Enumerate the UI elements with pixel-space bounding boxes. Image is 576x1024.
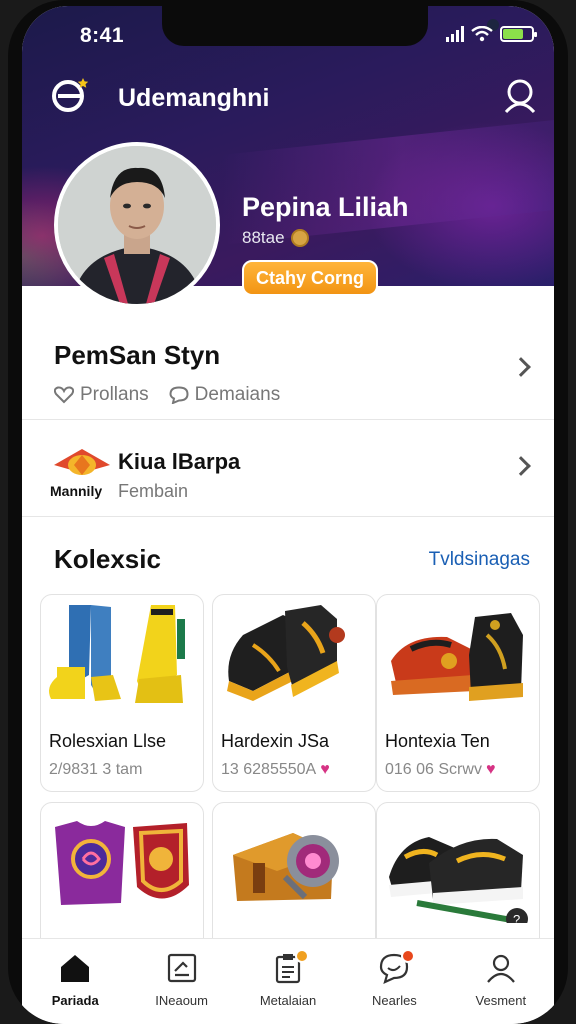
card-name: Hontexia Ten [385,731,490,751]
phone-frame: 8:41 Udemanghni Pepina Liliah 88tae Ctah… [8,0,568,1024]
boots-item-image [49,605,185,703]
user-subtitle-text: 88tae [242,228,285,247]
app-logo-icon [52,78,89,112]
screen: 8:41 Udemanghni Pepina Liliah 88tae Ctah… [22,6,554,1024]
meta-comments: Demaians [169,384,281,406]
meta-likes-label: Prollans [80,384,149,405]
app-title: Udemanghni [118,84,270,112]
heart-outline-icon [54,386,74,404]
row-title: PemSan Styn [54,340,221,370]
signal-icon [446,26,464,42]
tab-label: Metalaian [259,993,317,1008]
user-subtitle: 88tae [242,228,309,248]
home-icon [61,955,90,982]
meta-comments-label: Demaians [194,384,281,405]
rank-badge[interactable]: Ctahy Corng [242,260,378,296]
chat-bubble-icon [169,386,189,404]
collection-card[interactable]: Rolesxian Llse 2/9831 3 tam [40,594,204,792]
user-name: Pepina Liliah [242,192,409,222]
status-time: 8:41 [80,24,125,47]
card-name: Hardexin JSa [221,731,330,751]
status-icons [446,26,537,42]
account-icon[interactable] [502,76,538,116]
tab-account[interactable]: Vesment [448,939,554,1024]
sneakers-item-image [227,605,345,701]
user-icon [486,954,515,983]
tab-label: INeaoum [155,993,208,1008]
tab-label: Nearles [372,993,417,1008]
card-price-text: 2/9831 3 tam [49,761,143,778]
jersey-item-image [55,821,189,905]
tab-clipboard[interactable]: Metalaian [235,939,341,1024]
card-price: 016 06 Scrwv ♥ [385,761,495,779]
wifi-icon [471,26,493,42]
tab-label: Vesment [475,993,527,1008]
heart-icon[interactable]: ♥ [486,761,496,779]
bottom-tab-bar: Pariada INeaoum Metalaian Nearles Vesmen… [22,938,554,1024]
card-price: 13 6285550A ♥ [221,761,330,779]
card-name: Rolesxian Llse [49,731,167,751]
collection-card[interactable]: Hontexia Ten 016 06 Scrwv ♥ [376,594,540,792]
battery-icon [500,26,537,42]
svg-text:?: ? [513,912,520,923]
collection-card[interactable]: ? [376,802,540,952]
collection-card[interactable] [40,802,204,952]
chevron-right-icon [511,357,531,377]
avatar-portrait [58,146,216,304]
collection-card[interactable]: Hardexin JSa 13 6285550A ♥ [212,594,376,792]
card-price-text: 13 6285550A [221,761,317,778]
card-price: 2/9831 3 tam [49,761,142,779]
treasure-item-image [233,833,339,901]
row-meta: Prollans Demaians [54,384,280,406]
collection-title: Kolexsic [54,544,161,574]
card-price-text: 016 06 Scrwv [385,761,482,778]
avatar[interactable] [54,142,220,308]
see-all-link[interactable]: Tvldsinagas [429,549,530,571]
game-subtitle: Fembain [118,481,189,501]
game-title: Kiua lBarpa [118,449,241,474]
tab-profile-card[interactable]: INeaoum [128,939,234,1024]
hero-decoration [222,117,554,245]
game-row[interactable]: Mannily Kiua lBarpa Fembain [22,421,554,517]
sneakers-bat-item-image: ? [389,837,528,923]
chevron-right-icon [511,456,531,476]
profile-card-icon [167,953,196,983]
notch [162,6,499,46]
meta-likes: Prollans [54,384,149,406]
coin-icon [290,229,309,247]
profile-row[interactable]: PemSan Styn Prollans Demaians [22,288,554,420]
tab-chat[interactable]: Nearles [341,939,447,1024]
heart-icon[interactable]: ♥ [320,761,330,779]
game-icon-caption: Mannily [50,483,103,499]
collection-card[interactable] [212,802,376,952]
tab-home[interactable]: Pariada [22,939,128,1024]
shoes-item-image [391,613,523,701]
notification-dot [294,949,309,963]
notification-dot [401,949,416,963]
tab-label: Pariada [51,993,99,1008]
